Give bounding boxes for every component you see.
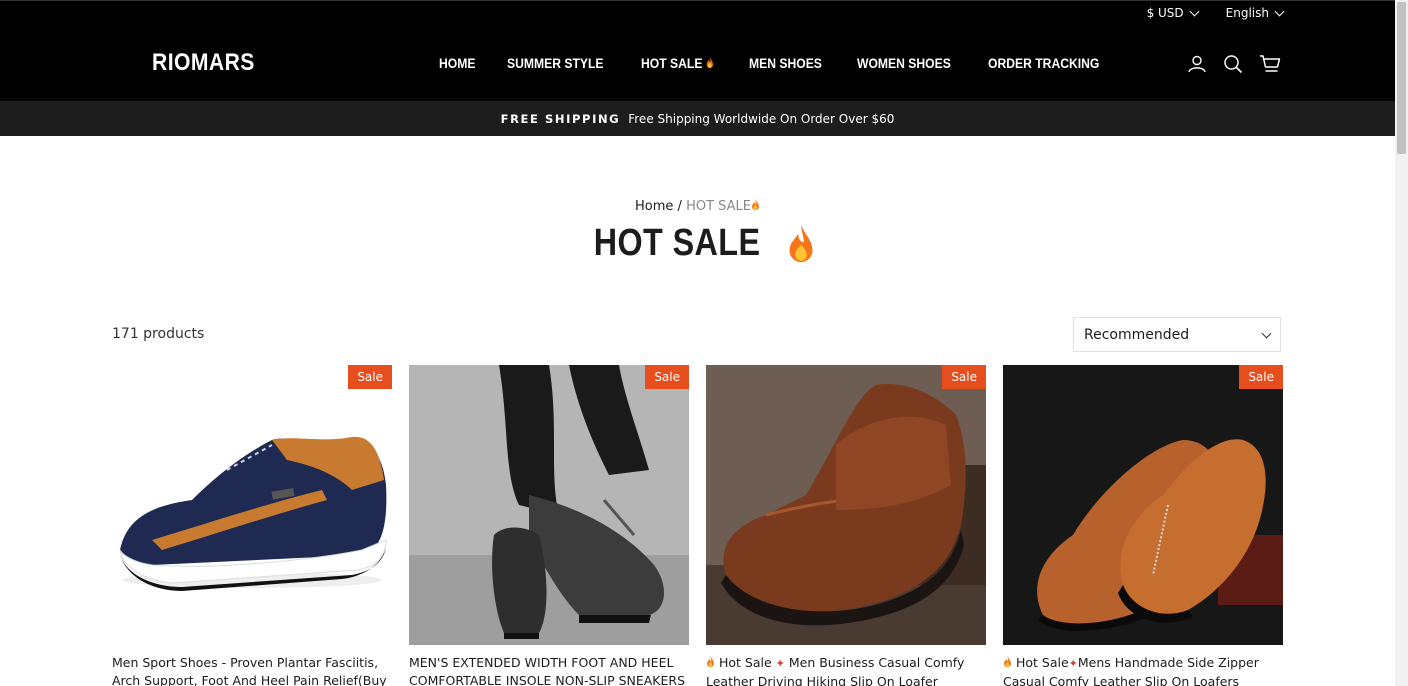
sort-select[interactable]: Recommended: [1073, 317, 1281, 352]
product-grid: Sale Men Sport Shoes - Proven Plantar Fa…: [112, 365, 1283, 686]
sort-value: Recommended: [1084, 326, 1190, 343]
product-card[interactable]: Sale Men Sport Shoes - Proven Plantar Fa…: [112, 365, 392, 686]
sale-badge: Sale: [348, 365, 392, 389]
page-title: HOT SALE: [0, 222, 1395, 265]
topbar: $ USD English: [1146, 6, 1285, 20]
product-image[interactable]: Sale: [112, 365, 392, 645]
announcement-label: FREE SHIPPING: [500, 111, 621, 126]
loafer-image: [706, 365, 986, 645]
currency-label: $ USD: [1146, 6, 1184, 20]
announcement-text: Free Shipping Worldwide On Order Over $6…: [628, 111, 895, 126]
nav-summer-style[interactable]: SUMMER STYLE: [507, 56, 604, 71]
breadcrumb: Home / HOT SALE: [0, 199, 1395, 214]
breadcrumb-current: HOT SALE: [686, 199, 751, 214]
sale-badge: Sale: [942, 365, 986, 389]
language-label: English: [1225, 6, 1269, 20]
chevron-down-icon: [1261, 328, 1272, 338]
breadcrumb-home[interactable]: Home: [635, 199, 673, 214]
flame-icon: [707, 656, 714, 668]
nav-hot-sale[interactable]: HOT SALE: [641, 56, 714, 71]
page-title-text: HOT SALE: [593, 222, 761, 264]
nav-men-shoes[interactable]: MEN SHOES: [749, 56, 822, 71]
product-card[interactable]: Sale Hot Sale✦Mens Handmade Side Zipper …: [1003, 365, 1283, 686]
nav-home[interactable]: HOME: [439, 56, 475, 71]
chevron-down-icon: [1189, 6, 1200, 16]
site-logo[interactable]: RIOMARS: [152, 49, 255, 77]
flame-icon: [1004, 656, 1011, 668]
product-image[interactable]: Sale: [706, 365, 986, 645]
product-title-prefix: Hot Sale: [718, 655, 772, 670]
flame-icon: [706, 57, 713, 69]
slip-on-shoe-image: [409, 365, 689, 645]
nav-women-shoes[interactable]: WOMEN SHOES: [857, 56, 951, 71]
product-title[interactable]: MEN'S EXTENDED WIDTH FOOT AND HEEL COMFO…: [409, 654, 689, 686]
sale-badge: Sale: [1239, 365, 1283, 389]
zipper-loafer-image: [1003, 365, 1283, 645]
language-selector[interactable]: English: [1225, 6, 1285, 20]
account-icon[interactable]: [1187, 54, 1207, 74]
main-nav: HOME SUMMER STYLE HOT SALE MEN SHOES WOM…: [439, 56, 1139, 71]
product-image[interactable]: Sale: [1003, 365, 1283, 645]
currency-selector[interactable]: $ USD: [1146, 6, 1200, 20]
product-count: 171 products: [112, 326, 205, 342]
page: $ USD English RIOMARS HOME SUMMER STYLE …: [0, 0, 1395, 686]
breadcrumb-separator: /: [677, 199, 682, 214]
sneaker-image: [119, 436, 387, 591]
product-title-prefix: Hot Sale: [1015, 655, 1069, 670]
cart-icon[interactable]: [1259, 54, 1281, 74]
nav-hot-sale-label: HOT SALE: [640, 56, 703, 71]
product-card[interactable]: Sale Hot Sale ✦ Men Business Casual Comf…: [706, 365, 986, 686]
announcement-bar[interactable]: FREE SHIPPING Free Shipping Worldwide On…: [0, 101, 1395, 136]
page-scrollbar[interactable]: [1395, 0, 1408, 686]
product-title[interactable]: Hot Sale ✦ Men Business Casual Comfy Lea…: [706, 654, 986, 686]
header-icons: [1187, 54, 1281, 74]
flame-icon: [752, 199, 759, 211]
party-icon: ✦: [775, 657, 785, 670]
site-header: $ USD English RIOMARS HOME SUMMER STYLE …: [0, 0, 1395, 101]
product-image[interactable]: Sale: [409, 365, 689, 645]
product-title[interactable]: Men Sport Shoes - Proven Plantar Fasciit…: [112, 654, 392, 686]
nav-order-tracking[interactable]: ORDER TRACKING: [988, 56, 1099, 71]
product-card[interactable]: Sale MEN'S EXTENDED WIDTH FOOT AND HEEL …: [409, 365, 689, 686]
sale-badge: Sale: [645, 365, 689, 389]
search-icon[interactable]: [1223, 54, 1243, 74]
scrollbar-thumb[interactable]: [1397, 2, 1406, 154]
party-icon: ✦: [1068, 657, 1078, 670]
flame-icon: [789, 224, 813, 263]
chevron-down-icon: [1274, 6, 1285, 16]
product-title[interactable]: Hot Sale✦Mens Handmade Side Zipper Casua…: [1003, 654, 1283, 686]
